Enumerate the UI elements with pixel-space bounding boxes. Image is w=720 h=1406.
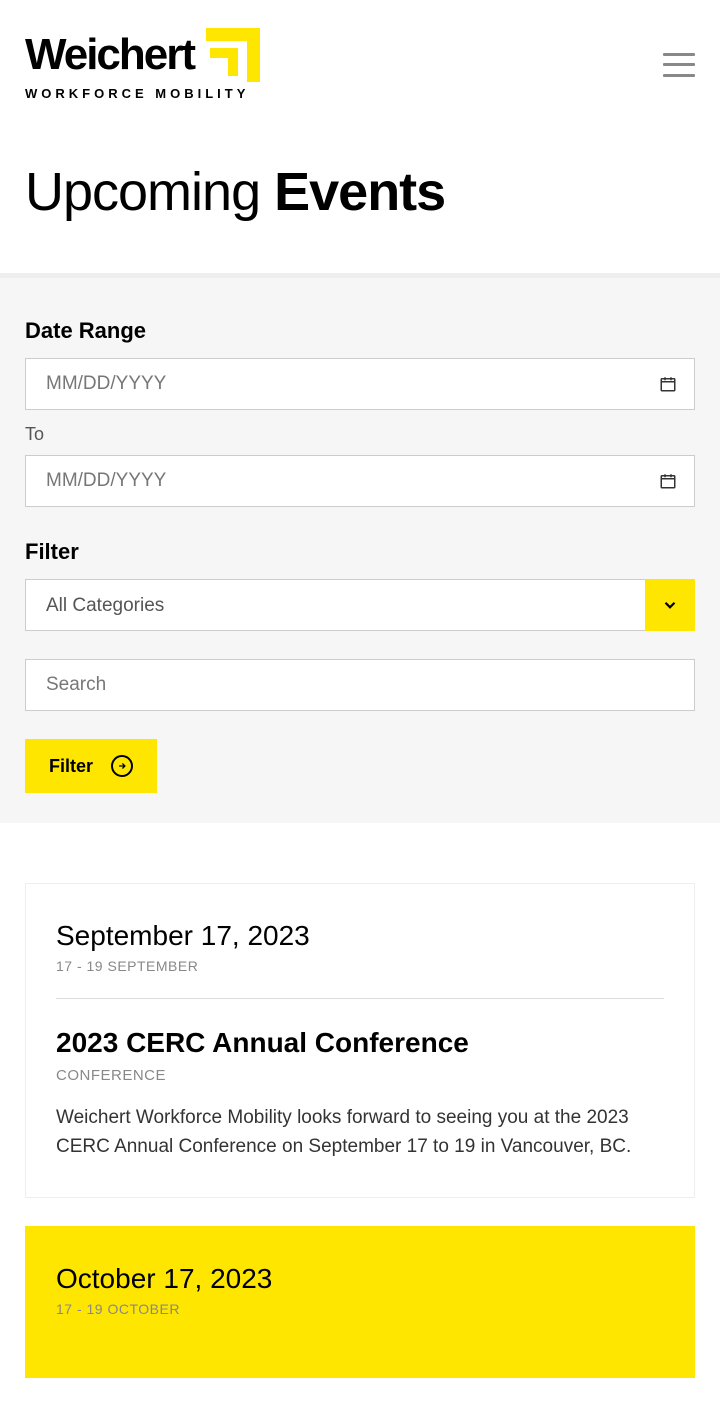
event-subdate: 17 - 19 SEPTEMBER bbox=[56, 958, 664, 974]
filter-label: Filter bbox=[25, 539, 695, 565]
event-card[interactable]: October 17, 2023 17 - 19 OCTOBER bbox=[25, 1226, 695, 1378]
arrow-right-circle-icon bbox=[111, 755, 133, 777]
events-list: September 17, 2023 17 - 19 SEPTEMBER 202… bbox=[0, 823, 720, 1378]
logo-text: Weichert bbox=[25, 33, 194, 77]
filter-panel: Date Range To Filter All Categories Filt… bbox=[0, 273, 720, 823]
logo-subtitle: WORKFORCE MOBILITY bbox=[25, 86, 260, 101]
event-card[interactable]: September 17, 2023 17 - 19 SEPTEMBER 202… bbox=[25, 883, 695, 1198]
search-input[interactable] bbox=[25, 659, 695, 711]
event-category: CONFERENCE bbox=[56, 1067, 664, 1084]
event-title: 2023 CERC Annual Conference bbox=[56, 1027, 664, 1059]
divider bbox=[56, 998, 664, 999]
event-date: October 17, 2023 bbox=[56, 1263, 664, 1295]
event-date: September 17, 2023 bbox=[56, 920, 664, 952]
date-to-label: To bbox=[25, 424, 695, 445]
date-from-input[interactable] bbox=[25, 358, 695, 410]
hamburger-menu-icon[interactable] bbox=[663, 53, 695, 77]
page-title: Upcoming Events bbox=[25, 161, 695, 223]
date-range-label: Date Range bbox=[25, 318, 695, 344]
event-description: Weichert Workforce Mobility looks forwar… bbox=[56, 1104, 664, 1161]
filter-button[interactable]: Filter bbox=[25, 739, 157, 793]
event-subdate: 17 - 19 OCTOBER bbox=[56, 1301, 664, 1317]
category-select[interactable]: All Categories bbox=[25, 579, 695, 631]
date-to-input[interactable] bbox=[25, 455, 695, 507]
logo-mark-icon bbox=[206, 28, 260, 82]
logo[interactable]: Weichert WORKFORCE MOBILITY bbox=[25, 28, 260, 101]
